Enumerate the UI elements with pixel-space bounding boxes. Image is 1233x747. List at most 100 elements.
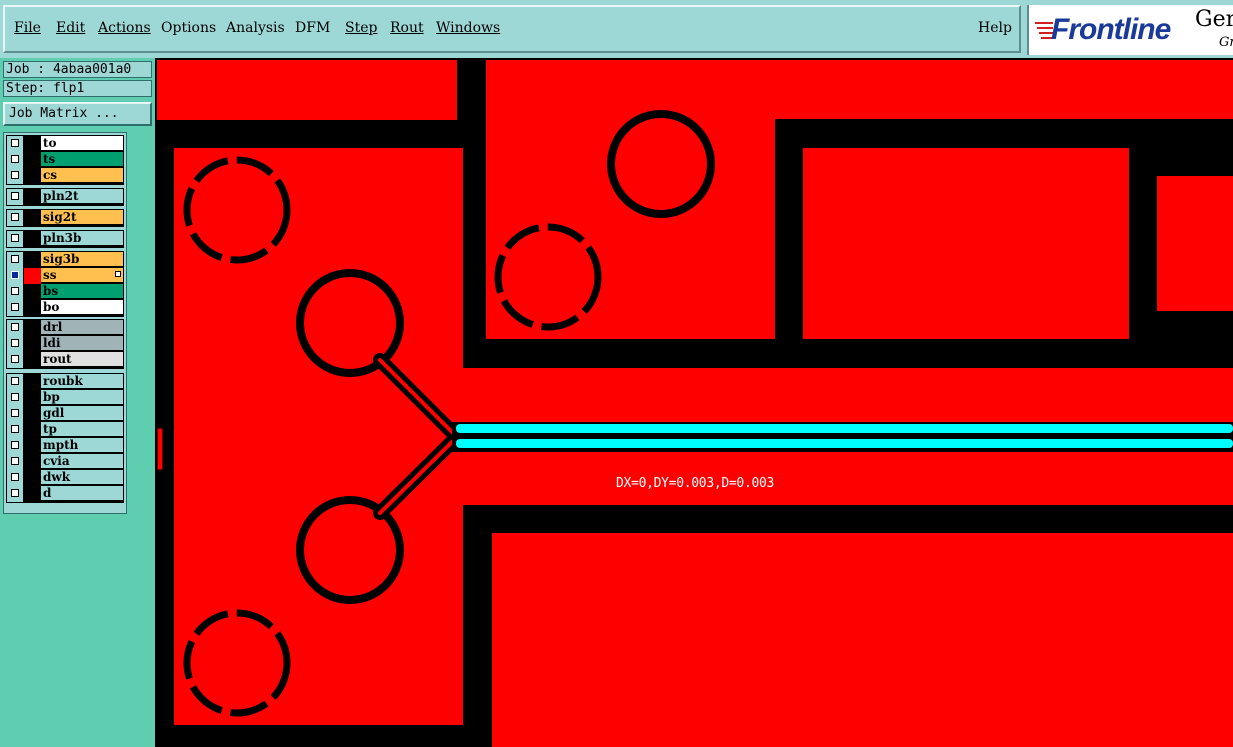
menu-options[interactable]: Options — [161, 20, 216, 36]
layer-color-swatch[interactable] — [24, 231, 41, 247]
layer-row-ss[interactable]: ss — [7, 268, 123, 284]
layer-color-swatch[interactable] — [24, 268, 41, 284]
menu-windows[interactable]: Windows — [436, 20, 500, 36]
layer-name[interactable]: ss — [41, 268, 123, 283]
layer-checkbox[interactable] — [11, 255, 19, 263]
layer-row-bo[interactable]: bo — [7, 300, 123, 316]
layer-checkbox[interactable] — [11, 139, 19, 147]
layer-color-swatch[interactable] — [24, 152, 41, 168]
layer-row-mpth[interactable]: mpth — [7, 438, 123, 454]
layer-name[interactable]: tp — [41, 422, 123, 437]
layer-color-swatch[interactable] — [24, 406, 41, 422]
layer-name[interactable]: dwk — [41, 470, 123, 485]
layer-color-swatch[interactable] — [24, 422, 41, 438]
layer-row-cvia[interactable]: cvia — [7, 454, 123, 470]
layer-color-swatch[interactable] — [24, 336, 41, 352]
layer-color-swatch[interactable] — [24, 189, 41, 205]
layer-checkbox-cell — [7, 136, 24, 152]
menu-actions[interactable]: Actions — [98, 20, 151, 36]
layer-row-sig2t[interactable]: sig2t — [7, 210, 123, 226]
menu-help[interactable]: Help — [978, 20, 1012, 36]
layer-color-swatch[interactable] — [24, 454, 41, 470]
layer-checkbox[interactable] — [11, 234, 19, 242]
layer-color-swatch[interactable] — [24, 168, 41, 184]
layer-checkbox[interactable] — [11, 171, 19, 179]
layer-name[interactable]: rout — [41, 352, 123, 367]
layer-checkbox[interactable] — [11, 473, 19, 481]
scroll-handle[interactable] — [157, 428, 163, 470]
layer-row-ldi[interactable]: ldi — [7, 336, 123, 352]
layer-name[interactable]: ts — [41, 152, 123, 167]
layer-color-swatch[interactable] — [24, 390, 41, 406]
layer-checkbox[interactable] — [11, 192, 19, 200]
layer-name[interactable]: roubk — [41, 374, 123, 389]
layer-checkbox[interactable] — [11, 287, 19, 295]
layer-checkbox[interactable] — [11, 377, 19, 385]
layer-checkbox[interactable] — [11, 339, 19, 347]
layer-checkbox[interactable] — [11, 355, 19, 363]
layer-name[interactable]: to — [41, 136, 123, 151]
layer-color-swatch[interactable] — [24, 210, 41, 226]
layer-color-swatch[interactable] — [24, 352, 41, 368]
layer-row-gdl[interactable]: gdl — [7, 406, 123, 422]
layer-checkbox[interactable] — [11, 271, 19, 279]
layer-checkbox[interactable] — [11, 409, 19, 417]
layer-checkbox[interactable] — [11, 425, 19, 433]
job-matrix-button[interactable]: Job Matrix ... — [3, 102, 152, 126]
layer-row-d[interactable]: d — [7, 486, 123, 502]
layer-color-swatch[interactable] — [24, 284, 41, 300]
menu-edit[interactable]: Edit — [56, 20, 85, 36]
layer-name[interactable]: pln2t — [41, 189, 123, 204]
layer-row-drl[interactable]: drl — [7, 320, 123, 336]
layer-checkbox[interactable] — [11, 155, 19, 163]
menu-file[interactable]: File — [14, 20, 41, 36]
layer-checkbox[interactable] — [11, 303, 19, 311]
layer-checkbox[interactable] — [11, 213, 19, 221]
layer-name[interactable]: d — [41, 486, 123, 501]
layer-name[interactable]: pln3b — [41, 231, 123, 246]
layer-row-rout[interactable]: rout — [7, 352, 123, 368]
layer-checkbox[interactable] — [11, 323, 19, 331]
layer-color-swatch[interactable] — [24, 470, 41, 486]
layer-row-bs[interactable]: bs — [7, 284, 123, 300]
layer-name[interactable]: sig2t — [41, 210, 123, 225]
layer-row-tp[interactable]: tp — [7, 422, 123, 438]
menu-rout[interactable]: Rout — [390, 20, 424, 36]
layer-color-swatch[interactable] — [24, 486, 41, 502]
layer-color-swatch[interactable] — [24, 438, 41, 454]
layer-name[interactable]: cvia — [41, 454, 123, 469]
layer-row-to[interactable]: to — [7, 136, 123, 152]
layer-checkbox[interactable] — [11, 393, 19, 401]
layer-name[interactable]: gdl — [41, 406, 123, 421]
layer-row-pln3b[interactable]: pln3b — [7, 231, 123, 247]
copper-bottom-right — [492, 533, 1233, 747]
layer-color-swatch[interactable] — [24, 374, 41, 390]
layer-row-roubk[interactable]: roubk — [7, 374, 123, 390]
step-field: Step: flp1 — [3, 80, 152, 97]
layer-name[interactable]: bp — [41, 390, 123, 405]
layer-name[interactable]: bo — [41, 300, 123, 315]
layer-row-dwk[interactable]: dwk — [7, 470, 123, 486]
layer-name[interactable]: sig3b — [41, 252, 123, 267]
layer-name[interactable]: bs — [41, 284, 123, 299]
layer-row-sig3b[interactable]: sig3b — [7, 252, 123, 268]
menu-dfm[interactable]: DFM — [295, 20, 330, 36]
layer-name[interactable]: ldi — [41, 336, 123, 351]
layer-row-bp[interactable]: bp — [7, 390, 123, 406]
layer-color-swatch[interactable] — [24, 300, 41, 316]
layer-name[interactable]: mpth — [41, 438, 123, 453]
layer-color-swatch[interactable] — [24, 252, 41, 268]
layer-checkbox[interactable] — [11, 441, 19, 449]
graphic-canvas[interactable]: DX=0,DY=0.003,D=0.003 — [155, 58, 1233, 747]
layer-row-ts[interactable]: ts — [7, 152, 123, 168]
layer-row-cs[interactable]: cs — [7, 168, 123, 184]
layer-name[interactable]: drl — [41, 320, 123, 335]
layer-checkbox[interactable] — [11, 457, 19, 465]
layer-color-swatch[interactable] — [24, 136, 41, 152]
layer-name[interactable]: cs — [41, 168, 123, 183]
layer-checkbox[interactable] — [11, 489, 19, 497]
menu-step[interactable]: Step — [345, 20, 377, 36]
menu-analysis[interactable]: Analysis — [226, 20, 285, 36]
layer-color-swatch[interactable] — [24, 320, 41, 336]
layer-row-pln2t[interactable]: pln2t — [7, 189, 123, 205]
